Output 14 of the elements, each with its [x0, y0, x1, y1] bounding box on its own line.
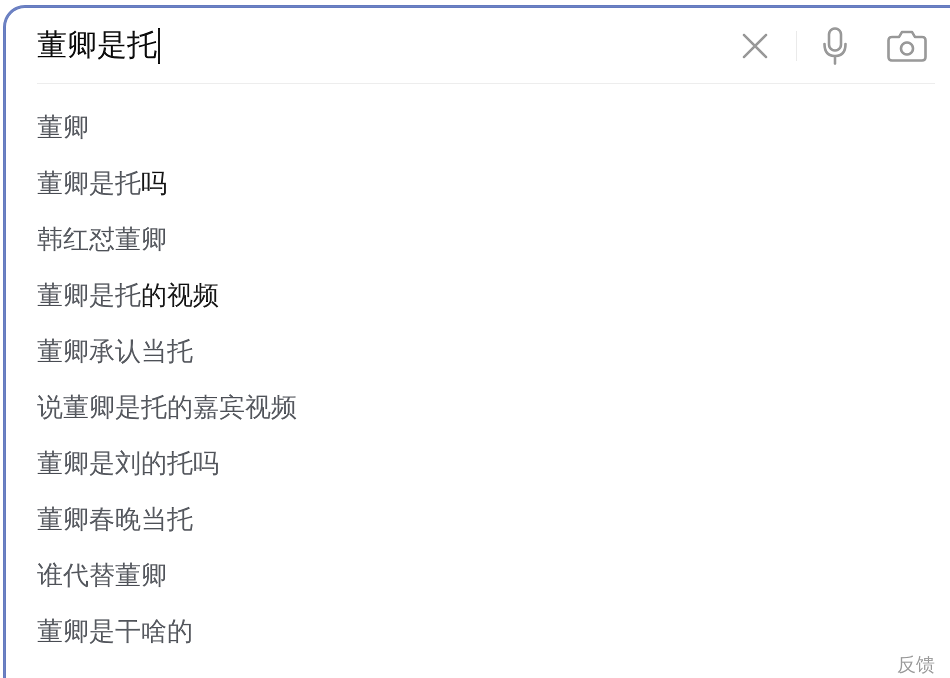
- suggestion-item[interactable]: 董卿: [37, 112, 89, 144]
- microphone-icon[interactable]: [823, 26, 847, 64]
- suggestion-item[interactable]: 董卿承认当托: [37, 336, 193, 368]
- suggestion-item[interactable]: 说董卿是托的嘉宾视频: [37, 392, 297, 424]
- suggestion-item[interactable]: 董卿是托吗: [37, 168, 167, 200]
- suggestion-item[interactable]: 董卿是托的视频: [37, 280, 219, 312]
- search-field[interactable]: 董卿是托: [37, 24, 742, 68]
- suggestion-item[interactable]: 董卿春晚当托: [37, 504, 193, 536]
- suggestion-item[interactable]: 韩红怼董卿: [37, 224, 167, 256]
- suggestion-item[interactable]: 董卿是干啥的: [37, 616, 193, 648]
- suggestion-item[interactable]: 董卿是刘的托吗: [37, 448, 219, 480]
- close-icon[interactable]: [742, 32, 768, 58]
- suggestion-item[interactable]: 谁代替董卿: [37, 560, 167, 592]
- camera-icon[interactable]: [887, 30, 927, 62]
